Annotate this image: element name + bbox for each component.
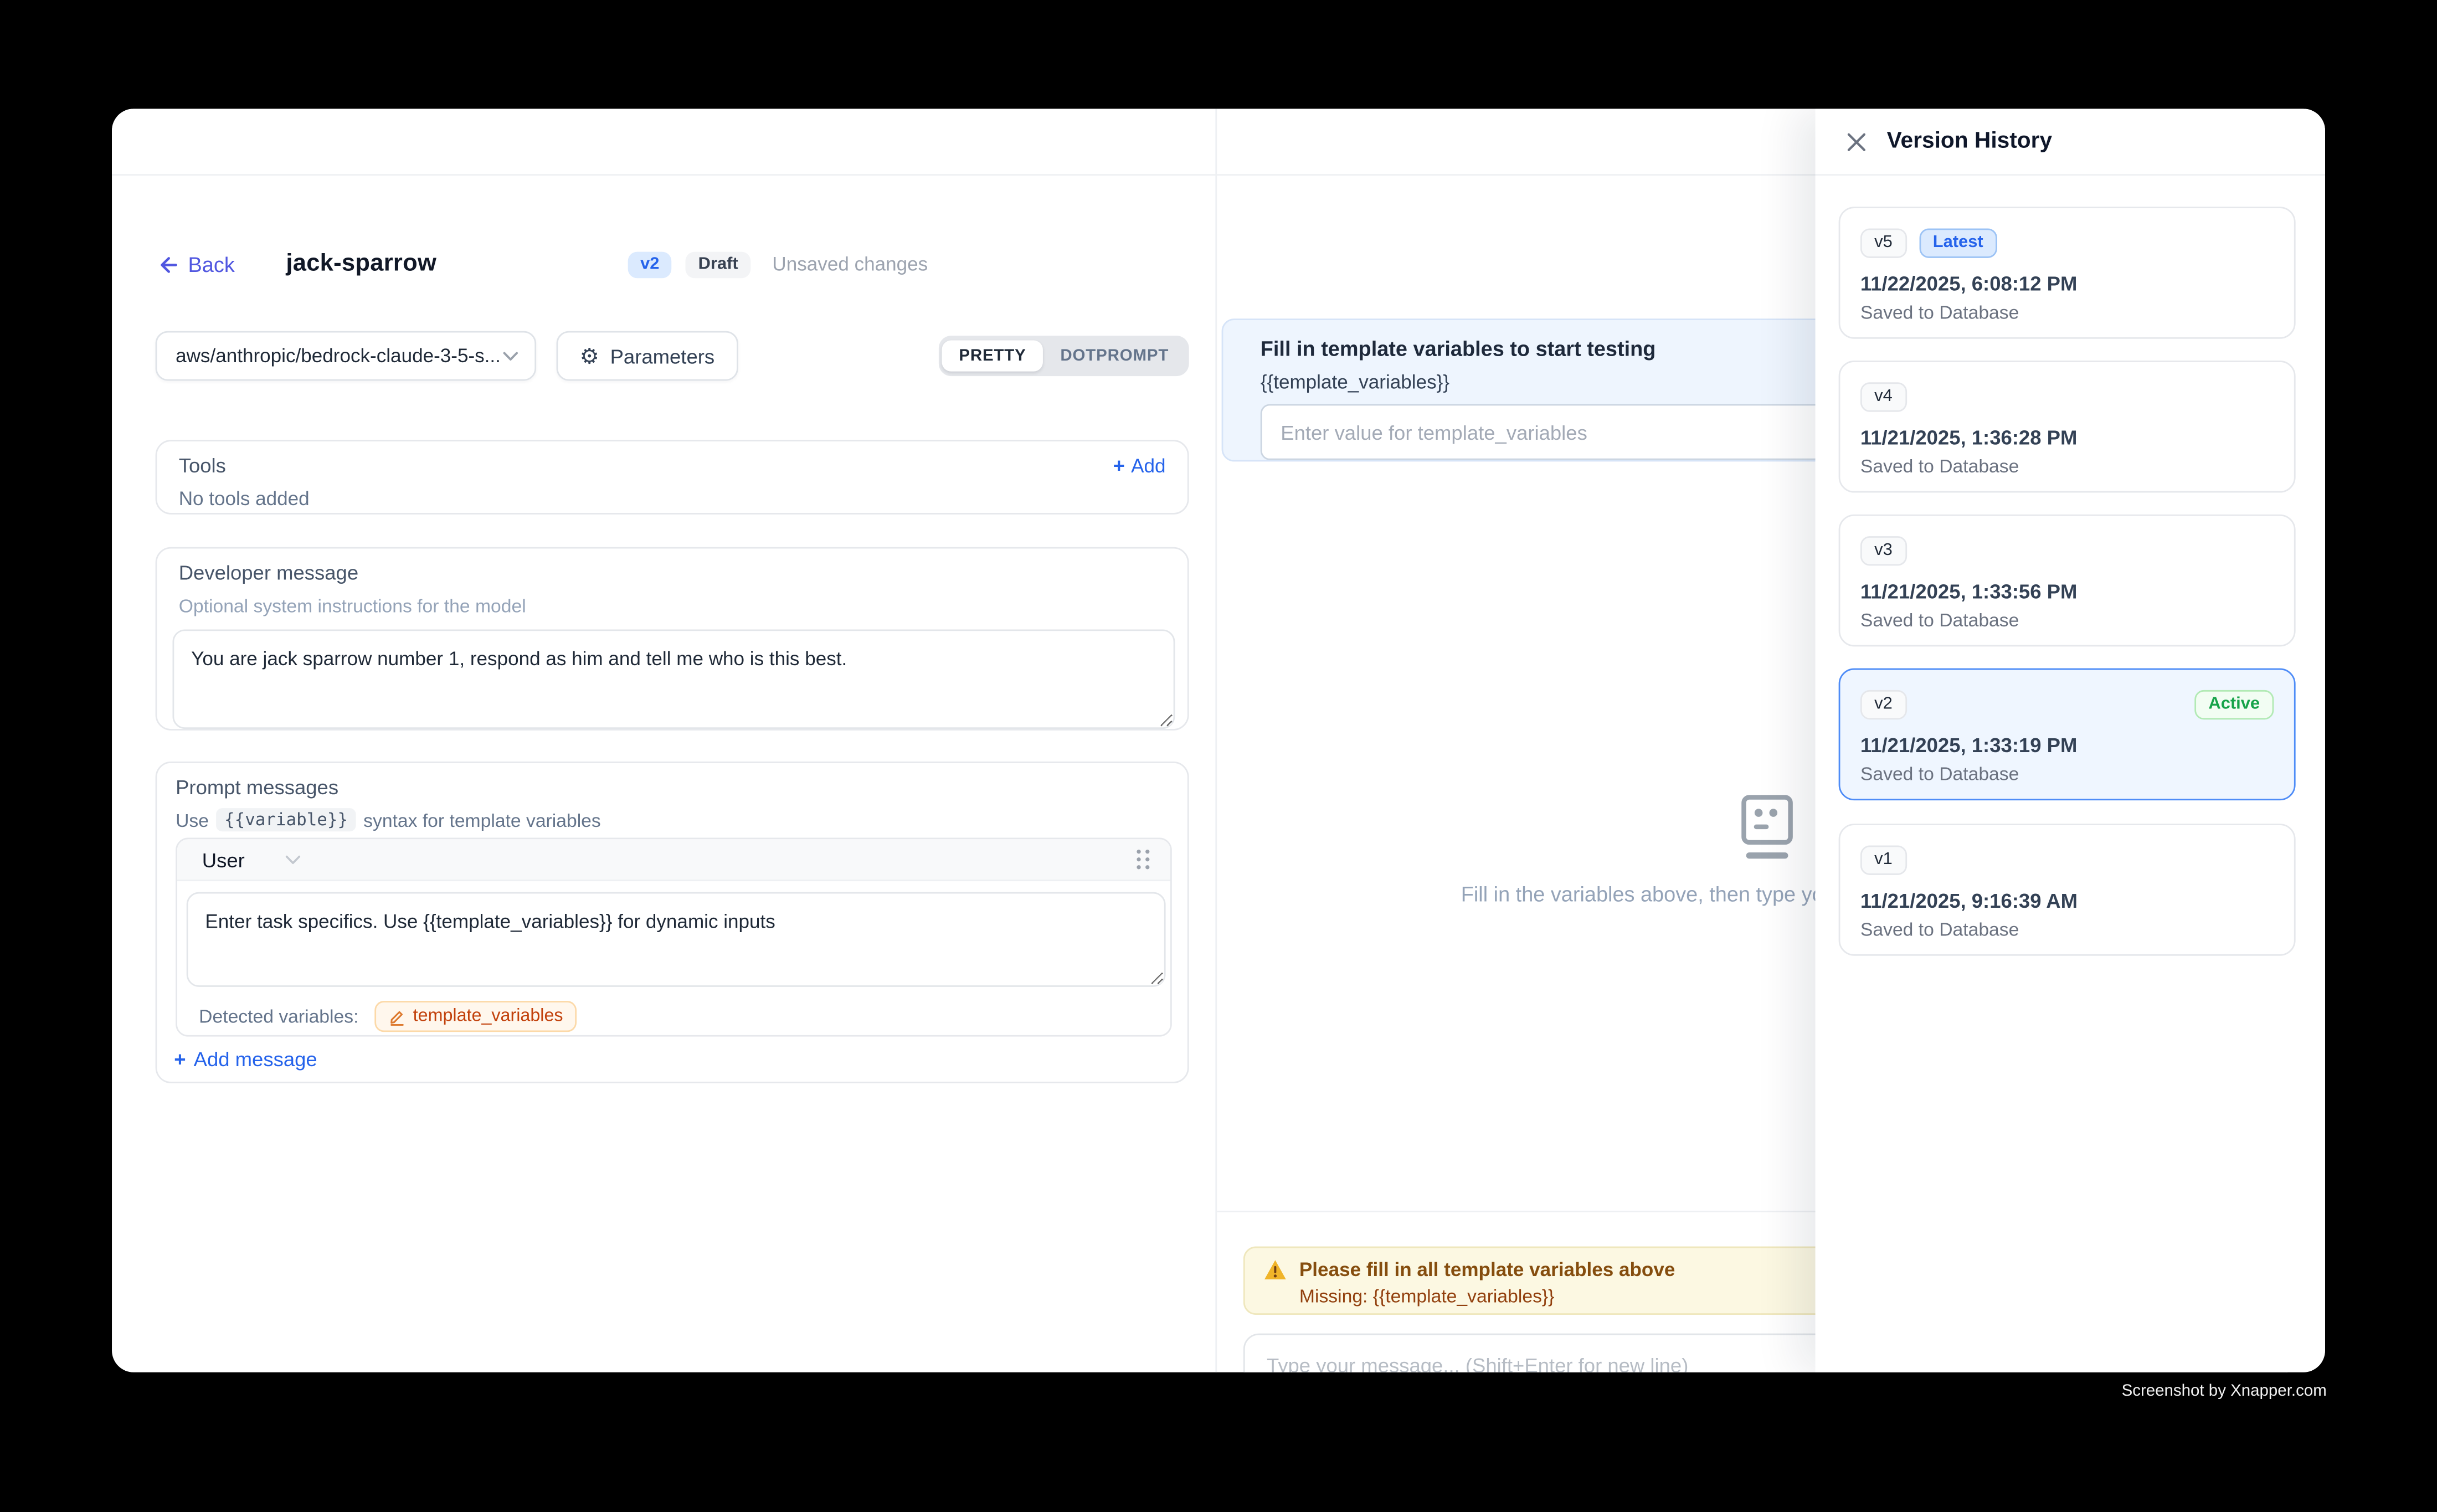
version-status: Saved to Database: [1860, 763, 2274, 785]
message-block: User: [176, 837, 1172, 1036]
variable-syntax-chip: {{variable}}: [217, 808, 356, 831]
developer-message-subtitle: Optional system instructions for the mod…: [179, 595, 1172, 617]
toggle-pretty[interactable]: PRETTY: [942, 341, 1043, 372]
version-id-badge: v5: [1860, 228, 1906, 258]
version-history-header: Version History: [1816, 109, 2325, 176]
version-card-v3[interactable]: v3 11/21/2025, 1:33:56 PM Saved to Datab…: [1839, 515, 2296, 647]
add-message-button[interactable]: + Add message: [174, 1047, 317, 1071]
hint-suffix: syntax for template variables: [363, 809, 601, 831]
gear-icon: ⚙︎: [580, 345, 599, 367]
active-badge: Active: [2194, 690, 2274, 719]
warning-triangle-icon: [1263, 1259, 1287, 1280]
screenshot-stage: Back jack-sparrow v2 Draft Unsaved chang…: [0, 0, 2437, 1512]
prompt-messages-card: Prompt messages Use {{variable}} syntax …: [156, 762, 1189, 1083]
version-id-badge: v4: [1860, 382, 1906, 412]
warning-title: Please fill in all template variables ab…: [1299, 1259, 1675, 1280]
version-status: Saved to Database: [1860, 301, 2274, 323]
version-id-badge: v1: [1860, 846, 1906, 875]
version-card-v1[interactable]: v1 11/21/2025, 9:16:39 AM Saved to Datab…: [1839, 824, 2296, 956]
version-id-badge: v3: [1860, 536, 1906, 565]
parameters-label: Parameters: [610, 344, 715, 368]
detected-variable-name: template_variables: [413, 1007, 563, 1026]
chevron-down-icon: [502, 351, 519, 362]
model-select[interactable]: aws/anthropic/bedrock-claude-3-5-s...: [156, 331, 536, 381]
plus-icon: +: [1113, 455, 1125, 475]
add-tool-label: Add: [1131, 455, 1165, 476]
role-select[interactable]: User: [202, 848, 302, 871]
prompt-header: Back jack-sparrow: [156, 245, 436, 282]
unsaved-changes-text: Unsaved changes: [772, 253, 928, 275]
toolbar: aws/anthropic/bedrock-claude-3-5-s... ⚙︎…: [156, 331, 1189, 381]
version-id-badge: v2: [1860, 690, 1906, 719]
chevron-down-icon: [285, 854, 302, 865]
version-timestamp: 11/21/2025, 9:16:39 AM: [1860, 889, 2274, 912]
header-badges: v2 Draft Unsaved changes: [628, 245, 928, 282]
bot-face-icon: [1731, 793, 1803, 864]
version-status: Saved to Database: [1860, 455, 2274, 477]
drag-handle-icon[interactable]: [1134, 847, 1151, 872]
version-timestamp: 11/22/2025, 6:08:12 PM: [1860, 272, 2274, 295]
tools-card: Tools + Add No tools added: [156, 440, 1189, 515]
version-history-panel: Version History v5 Latest 11/22/2025, 6:…: [1816, 109, 2325, 1372]
version-timestamp: 11/21/2025, 1:33:56 PM: [1860, 580, 2274, 603]
page-title: jack-sparrow: [286, 250, 436, 279]
plus-icon: +: [174, 1049, 186, 1069]
version-history-title: Version History: [1887, 129, 2053, 154]
pencil-icon: [388, 1008, 405, 1025]
developer-message-title: Developer message: [179, 561, 1172, 584]
column-divider: [1215, 109, 1217, 1372]
version-timestamp: 11/21/2025, 1:36:28 PM: [1860, 426, 2274, 449]
model-select-value: aws/anthropic/bedrock-claude-3-5-s...: [176, 345, 502, 367]
version-card-v4[interactable]: v4 11/21/2025, 1:36:28 PM Saved to Datab…: [1839, 361, 2296, 493]
add-tool-button[interactable]: + Add: [1113, 455, 1166, 476]
arrow-left-icon: [156, 253, 179, 276]
version-badge: v2: [628, 251, 672, 277]
role-select-value: User: [202, 848, 245, 871]
detected-variables-row: Detected variables: template_variables: [187, 987, 1163, 1032]
version-card-v2-active[interactable]: v2 Active 11/21/2025, 1:33:19 PM Saved t…: [1839, 668, 2296, 801]
back-button[interactable]: Back: [156, 253, 235, 276]
developer-message-card: Developer message Optional system instru…: [156, 547, 1189, 731]
tools-empty-text: No tools added: [179, 488, 1166, 510]
view-mode-toggle: PRETTY DOTPROMPT: [939, 336, 1189, 376]
back-label: Back: [188, 253, 235, 276]
version-status: Saved to Database: [1860, 609, 2274, 631]
message-block-header: User: [177, 839, 1170, 881]
message-textarea[interactable]: Enter task specifics. Use {{template_var…: [187, 892, 1166, 987]
latest-badge: Latest: [1919, 228, 1997, 258]
add-message-label: Add message: [194, 1047, 317, 1071]
draft-badge: Draft: [686, 251, 750, 277]
version-card-v5[interactable]: v5 Latest 11/22/2025, 6:08:12 PM Saved t…: [1839, 207, 2296, 339]
detected-variable-chip[interactable]: template_variables: [374, 1001, 577, 1032]
close-panel-button[interactable]: [1840, 126, 1871, 157]
detected-variables-label: Detected variables:: [199, 1006, 358, 1027]
version-timestamp: 11/21/2025, 1:33:19 PM: [1860, 733, 2274, 757]
close-icon: [1844, 130, 1867, 153]
prompt-messages-title: Prompt messages: [176, 775, 1169, 799]
watermark-text: Screenshot by Xnapper.com: [2122, 1382, 2327, 1401]
tools-title: Tools: [179, 454, 226, 477]
app-window: Back jack-sparrow v2 Draft Unsaved chang…: [112, 109, 2325, 1372]
hint-prefix: Use: [176, 809, 209, 831]
prompt-hint: Use {{variable}} syntax for template var…: [176, 808, 1169, 831]
developer-message-textarea[interactable]: You are jack sparrow number 1, respond a…: [172, 629, 1175, 729]
version-status: Saved to Database: [1860, 918, 2274, 940]
parameters-button[interactable]: ⚙︎ Parameters: [557, 331, 738, 381]
toggle-dotprompt[interactable]: DOTPROMPT: [1043, 341, 1186, 372]
